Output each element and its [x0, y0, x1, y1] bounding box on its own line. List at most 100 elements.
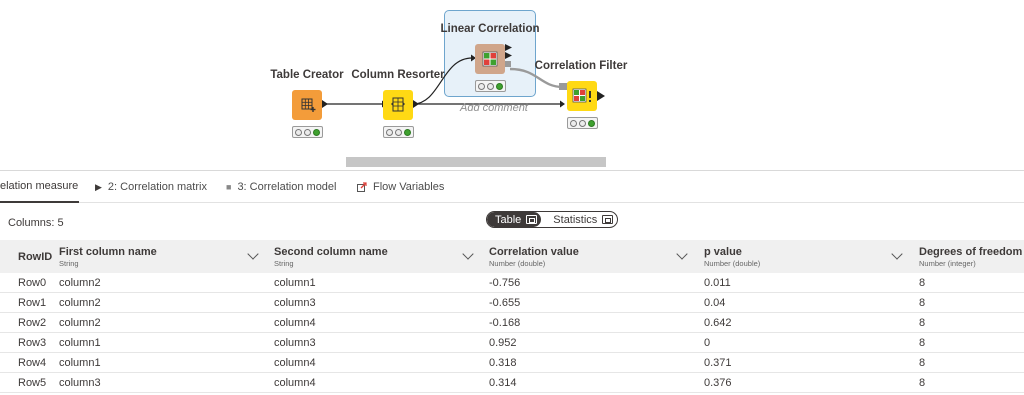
table-cell: column3	[274, 337, 316, 349]
column-header-second-column-name[interactable]: Second column name String	[274, 240, 479, 273]
table-cell: 0.642	[704, 317, 732, 329]
table-cell: 0.011	[704, 277, 731, 289]
table-cell: 8	[919, 317, 926, 329]
statistics-view-label: Statistics	[553, 213, 598, 226]
table-cell: -0.655	[489, 297, 521, 309]
table-cell: 8	[919, 377, 926, 389]
table-cell: 8	[919, 277, 926, 289]
node-status-linear-correlation	[475, 80, 506, 92]
square-icon: ■	[226, 182, 232, 192]
linear-correlation-icon	[482, 51, 498, 67]
table-creator-node[interactable]	[292, 90, 322, 120]
table-cell: 0.952	[489, 337, 517, 349]
columns-count: Columns: 5	[8, 217, 64, 229]
view-toggle[interactable]: Table Statistics	[486, 211, 619, 228]
table-cell: column4	[274, 317, 316, 329]
table-cell: 0.371	[704, 357, 732, 369]
node-title-column-resorter: Column Resorter	[351, 69, 445, 81]
table-cell: column1	[274, 277, 316, 289]
node-status-correlation-filter	[567, 117, 598, 129]
popout-icon[interactable]	[526, 215, 538, 224]
chevron-down-icon[interactable]	[676, 248, 688, 260]
row-id: Row4	[18, 357, 47, 369]
workflow-canvas[interactable]: Table Creator Column Resorter Linear Cor…	[0, 0, 1024, 168]
output-ports-icon[interactable]	[505, 43, 514, 67]
table-cell: column4	[274, 377, 316, 389]
row-id: Row0	[18, 277, 47, 289]
correlation-filter-icon	[572, 88, 591, 103]
tab-label: 2: Correlation matrix	[107, 181, 207, 193]
tab-label: elation measure	[0, 180, 79, 192]
tab-correlation-matrix[interactable]: ▶ 2: Correlation matrix	[95, 171, 207, 203]
column-header-p-value[interactable]: p value Number (double)	[704, 240, 909, 273]
tab-correlation-model[interactable]: ■ 3: Correlation model	[226, 171, 337, 203]
column-name: Second column name	[274, 246, 388, 258]
table-cell: 0.04	[704, 297, 726, 309]
table-row[interactable]: Row0 column2 column1 -0.756 0.011 8	[0, 273, 1024, 293]
table-cell: 8	[919, 297, 926, 309]
table-view-button[interactable]: Table	[487, 212, 542, 227]
popout-icon[interactable]	[602, 215, 614, 224]
table-cell: 0.314	[489, 377, 517, 389]
table-cell: 0.318	[489, 357, 517, 369]
horizontal-scrollbar[interactable]	[346, 157, 606, 167]
table-row[interactable]: Row3 column1 column3 0.952 0 8	[0, 333, 1024, 353]
output-port-icon[interactable]	[413, 100, 419, 108]
column-header-degrees-of-freedom[interactable]: Degrees of freedom Number (integer)	[919, 240, 1024, 273]
table-cell: 0.376	[704, 377, 732, 389]
column-name: Degrees of freedom	[919, 246, 1023, 258]
table-cell: column3	[59, 377, 101, 389]
column-type: String	[274, 259, 294, 268]
table-row[interactable]: Row4 column1 column4 0.318 0.371 8	[0, 353, 1024, 373]
correlation-filter-node[interactable]	[567, 81, 597, 111]
row-id: Row3	[18, 337, 47, 349]
column-type: Number (double)	[704, 259, 761, 268]
table-cell: 8	[919, 357, 926, 369]
column-resorter-icon	[391, 97, 405, 112]
chevron-down-icon[interactable]	[462, 248, 474, 260]
column-name: First column name	[59, 246, 157, 258]
chevron-down-icon[interactable]	[247, 248, 259, 260]
column-header-correlation-value[interactable]: Correlation value Number (double)	[489, 240, 694, 273]
chevron-down-icon[interactable]	[891, 248, 903, 260]
column-type: Number (integer)	[919, 259, 976, 268]
output-port-icon[interactable]	[322, 100, 328, 108]
column-name: Correlation value	[489, 246, 579, 258]
table-row[interactable]: Row2 column2 column4 -0.168 0.642 8	[0, 313, 1024, 333]
linear-correlation-node[interactable]	[475, 44, 505, 74]
column-resorter-node[interactable]	[383, 90, 413, 120]
tab-label: Flow Variables	[373, 181, 445, 193]
table-view-label: Table	[495, 213, 522, 226]
output-port-tabs: elation measure ▶ 2: Correlation matrix …	[0, 170, 1024, 203]
node-title-correlation-filter: Correlation Filter	[534, 60, 628, 72]
table-cell: 0	[704, 337, 711, 349]
column-name: p value	[704, 246, 742, 258]
row-id: Row2	[18, 317, 47, 329]
table-cell: column2	[59, 277, 101, 289]
add-comment-annotation[interactable]: Add comment	[460, 102, 528, 114]
play-icon: ▶	[95, 181, 102, 192]
table-cell: -0.756	[489, 277, 521, 289]
rowid-header-label: RowID	[18, 251, 53, 263]
knime-app: Table Creator Column Resorter Linear Cor…	[0, 0, 1024, 395]
table-header: RowID First column name String Second co…	[0, 240, 1024, 273]
table-row[interactable]: Row1 column2 column3 -0.655 0.04 8	[0, 293, 1024, 313]
row-id: Row1	[18, 297, 47, 309]
output-port-icon[interactable]	[597, 91, 605, 101]
table-row[interactable]: Row5 column3 column4 0.314 0.376 8	[0, 373, 1024, 393]
table-cell: -0.168	[489, 317, 521, 329]
tab-flow-variables[interactable]: Flow Variables	[357, 171, 444, 203]
rowid-header[interactable]: RowID	[18, 240, 58, 273]
row-id: Row5	[18, 377, 47, 389]
column-header-first-column-name[interactable]: First column name String	[59, 240, 264, 273]
table-creator-icon	[301, 98, 316, 112]
table-cell: 8	[919, 337, 926, 349]
tab-label: 3: Correlation model	[237, 181, 337, 193]
statistics-view-button[interactable]: Statistics	[541, 212, 617, 227]
node-status-table-creator	[292, 126, 323, 138]
table-cell: column2	[59, 297, 101, 309]
flow-variables-icon	[357, 182, 367, 192]
tab-correlation-measure[interactable]: elation measure	[0, 171, 79, 203]
node-status-column-resorter	[383, 126, 414, 138]
node-title-table-creator: Table Creator	[270, 69, 344, 81]
